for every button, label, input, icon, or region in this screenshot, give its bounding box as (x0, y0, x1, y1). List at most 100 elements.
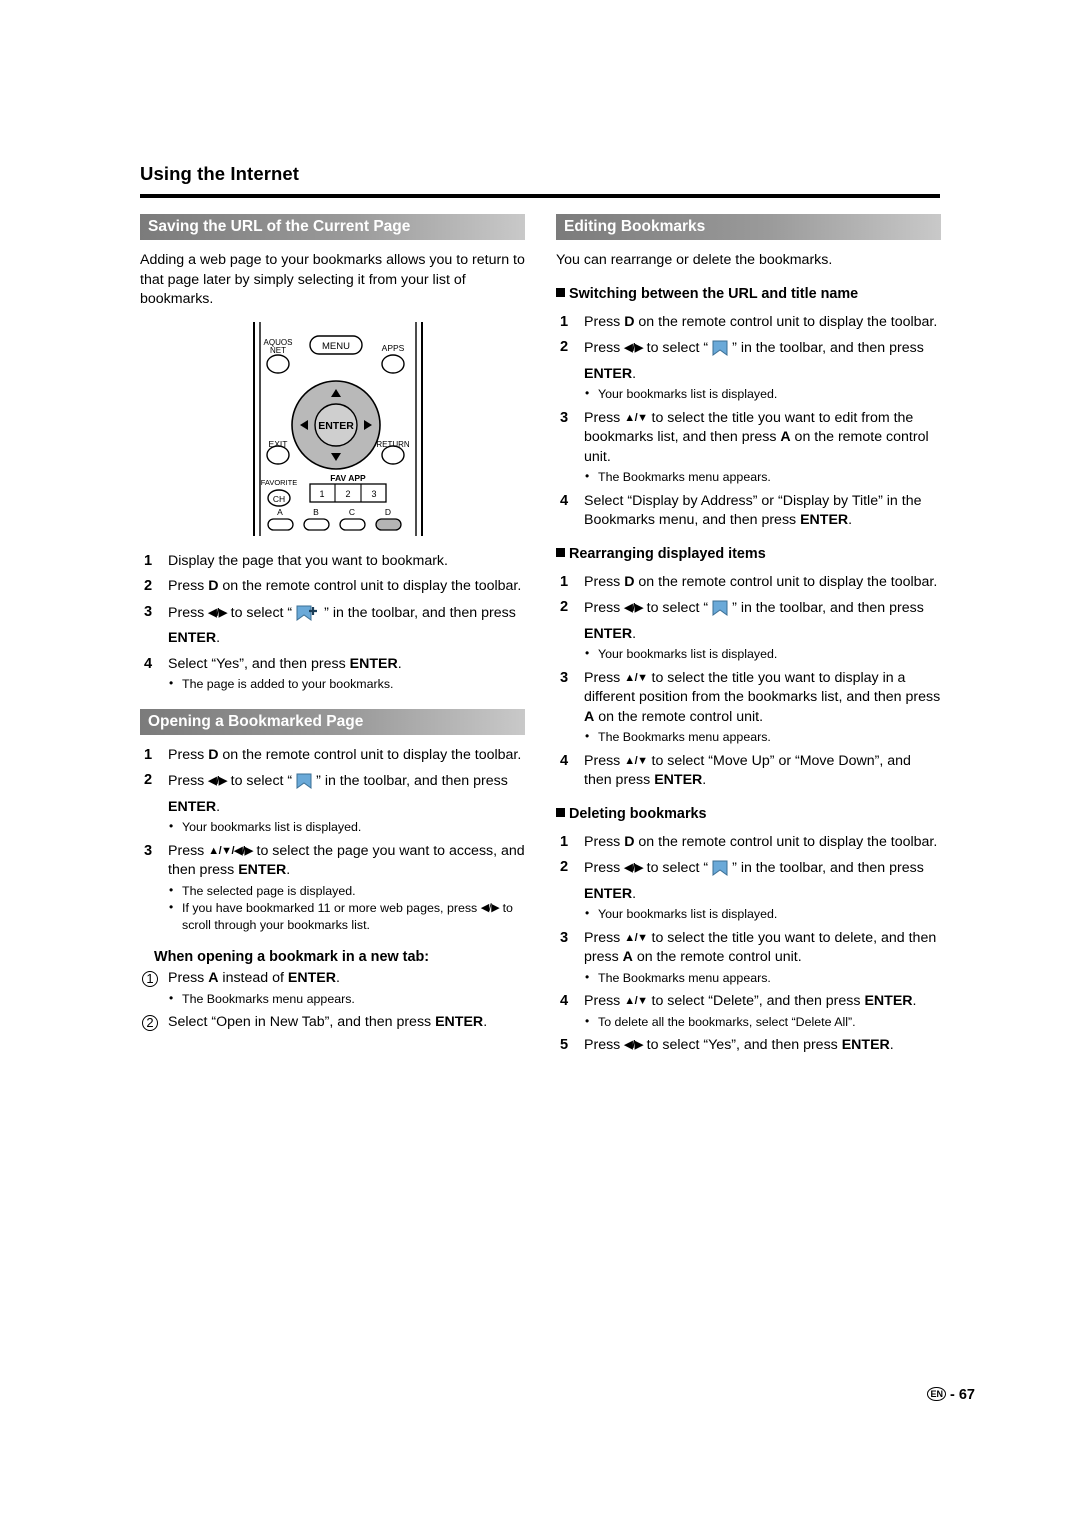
note-item: The Bookmarks menu appears. (584, 468, 941, 486)
step-number: 3 (144, 603, 153, 620)
step-number: 3 (560, 669, 569, 686)
step-item: 1 Display the page that you want to book… (140, 552, 525, 572)
note-item: Your bookmarks list is displayed. (584, 645, 941, 663)
step-text: Press D on the remote control unit to di… (168, 746, 522, 763)
bookmark-add-icon (293, 603, 323, 630)
section-header-opening-bookmark: Opening a Bookmarked Page (140, 708, 525, 735)
steps-saving-url: 1 Display the page that you want to book… (140, 552, 525, 693)
note-item: Your bookmarks list is displayed. (584, 385, 941, 403)
step-text: Select “Display by Address” or “Display … (584, 492, 922, 529)
bookmark-icon (293, 771, 315, 798)
bookmark-icon (709, 338, 731, 365)
step-item: 4 Press ▲/▼ to select “Move Up” or “Move… (556, 752, 941, 791)
note-item: The Bookmarks menu appears. (584, 728, 941, 746)
svg-text:3: 3 (371, 489, 376, 499)
manual-page: Using the Internet Saving the URL of the… (0, 0, 1080, 1527)
step-text: Press ▲/▼/◀/▶ to select the page you wan… (168, 842, 525, 879)
step-text: Display the page that you want to bookma… (168, 552, 448, 569)
label-fav-app: FAV APP (330, 473, 366, 483)
step-number: 1 (560, 833, 569, 850)
step-item: 2 Press ◀/▶ to select “” in the toolbar,… (140, 771, 525, 836)
step-notes: Your bookmarks list is displayed. (584, 905, 941, 923)
section-header-editing-bookmarks: Editing Bookmarks (556, 214, 941, 240)
step-number: 2 (144, 772, 153, 788)
step-number: 2 (560, 339, 569, 355)
step-number: 3 (144, 842, 153, 859)
subsection-title-switching: Switching between the URL and title name (556, 285, 941, 303)
bookmark-icon (709, 598, 731, 625)
step-item: 2 Press ◀/▶ to select “” in the toolbar,… (556, 598, 941, 663)
svg-text:B: B (313, 507, 319, 517)
step-notes: The selected page is displayed. If you h… (168, 882, 525, 934)
header-rule (140, 194, 940, 198)
label-return: RETURN (376, 440, 410, 449)
step-notes: The Bookmarks menu appears. (584, 728, 941, 746)
step-text: Press ◀/▶ to select “” in the toolbar, a… (584, 340, 924, 382)
step-text: Select “Open in New Tab”, and then press… (168, 1014, 488, 1030)
label-ch: CH (273, 494, 285, 504)
step-item: 3 Press ▲/▼ to select the title you want… (556, 409, 941, 486)
step-notes: The Bookmarks menu appears. (584, 468, 941, 486)
note-item: Your bookmarks list is displayed. (168, 818, 525, 836)
step-text: Press ▲/▼ to select the title you want t… (584, 409, 929, 465)
svg-text:1: 1 (319, 489, 324, 499)
remote-control-illustration: AQUOS NET MENU APPS ENTER EXIT RETURN FA… (253, 321, 423, 536)
step-number: 4 (560, 993, 569, 1009)
remote-control-figure: AQUOS NET MENU APPS ENTER EXIT RETURN FA… (140, 318, 525, 546)
step-number: 2 (560, 599, 569, 615)
step-item: 3 Press ▲/▼ to select the title you want… (556, 929, 941, 987)
subsection-title-rearranging: Rearranging displayed items (556, 545, 941, 563)
note-item: The Bookmarks menu appears. (168, 990, 525, 1008)
left-column: Saving the URL of the Current Page Addin… (140, 214, 525, 1039)
step-text: Press D on the remote control unit to di… (584, 313, 938, 330)
locale-badge: EN (927, 1387, 946, 1401)
label-apps: APPS (382, 343, 405, 353)
step-number: 4 (144, 655, 153, 672)
step-text: Press D on the remote control unit to di… (584, 573, 938, 590)
svg-text:2: 2 (345, 489, 350, 499)
step-text: Press ◀/▶ to select “” in the toolbar, a… (168, 773, 508, 815)
step-item: 1 Press D on the remote control unit to … (140, 746, 525, 766)
page-number-value: 67 (958, 1387, 975, 1403)
step-number: 3 (560, 929, 569, 946)
svg-text:D: D (385, 507, 391, 517)
step-number: 1 (144, 552, 153, 569)
step-text: Press ▲/▼ to select “Delete”, and then p… (584, 993, 917, 1009)
step-text: Press ▲/▼ to select “Move Up” or “Move D… (584, 752, 911, 789)
step-notes: Your bookmarks list is displayed. (168, 818, 525, 836)
step-item: 2 Press D on the remote control unit to … (140, 577, 525, 597)
label-menu: MENU (322, 341, 350, 352)
step-item: 3 Press ◀/▶ to select “” in the toolbar,… (140, 603, 525, 649)
step-number: 1 (560, 313, 569, 330)
step-number: 1 (144, 746, 153, 763)
svg-text:NET: NET (270, 346, 286, 355)
step-notes: Your bookmarks list is displayed. (584, 645, 941, 663)
step-item: 1 Press A instead of ENTER. The Bookmark… (140, 969, 525, 1007)
step-notes: The page is added to your bookmarks. (168, 675, 525, 693)
section-header-saving-url: Saving the URL of the Current Page (140, 214, 525, 240)
steps-rearranging: 1 Press D on the remote control unit to … (556, 573, 941, 791)
step-number: 1 (560, 573, 569, 590)
bullet-square-icon (556, 287, 565, 297)
section-intro: Adding a web page to your bookmarks allo… (140, 252, 525, 307)
step-item: 1 Press D on the remote control unit to … (556, 573, 941, 593)
step-number: 2 (144, 578, 153, 594)
note-item: Your bookmarks list is displayed. (584, 905, 941, 923)
step-text: Press ▲/▼ to select the title you want t… (584, 929, 937, 966)
steps-opening-bookmark: 1 Press D on the remote control unit to … (140, 746, 525, 934)
note-item: The Bookmarks menu appears. (584, 969, 941, 987)
label-exit: EXIT (269, 439, 288, 449)
steps-deleting: 1 Press D on the remote control unit to … (556, 833, 941, 1056)
note-item: If you have bookmarked 11 or more web pa… (168, 899, 525, 933)
step-text: Press A instead of ENTER. (168, 970, 340, 986)
bullet-square-icon (556, 807, 565, 817)
step-item: 5 Press ◀/▶ to select “Yes”, and then pr… (556, 1036, 941, 1056)
label-favorite: FAVORITE (261, 478, 298, 487)
steps-switching: 1 Press D on the remote control unit to … (556, 313, 941, 531)
note-item: The selected page is displayed. (168, 882, 525, 900)
step-text: Select “Yes”, and then press ENTER. (168, 655, 402, 672)
step-number: 4 (560, 752, 569, 769)
steps-new-tab: 1 Press A instead of ENTER. The Bookmark… (140, 969, 525, 1033)
step-text: Press ▲/▼ to select the title you want t… (584, 669, 941, 725)
subsection-title-new-tab: When opening a bookmark in a new tab: (154, 949, 430, 965)
